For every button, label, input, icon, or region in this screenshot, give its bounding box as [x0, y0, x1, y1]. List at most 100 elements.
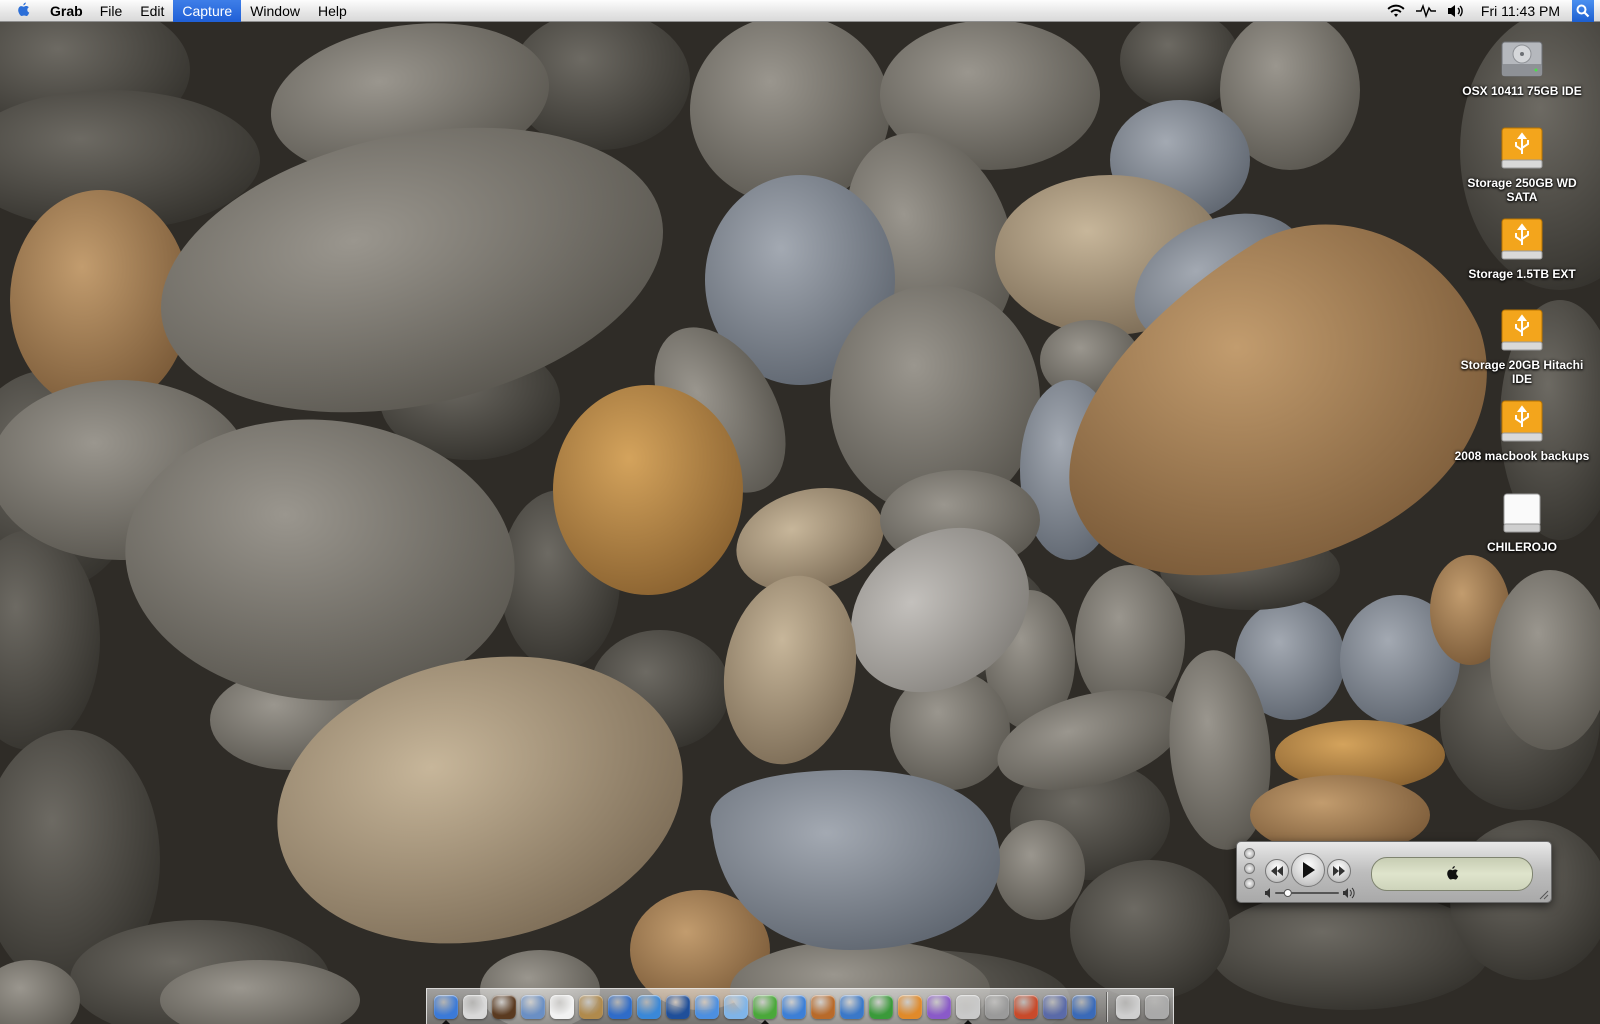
dock-ical[interactable]	[549, 992, 575, 1022]
usb-drive-icon	[1496, 122, 1548, 172]
garageband-icon	[811, 994, 835, 1019]
volume-high-icon	[1343, 887, 1355, 899]
window-buttons	[1244, 848, 1255, 889]
safari-icon	[637, 994, 661, 1019]
usb-drive-icon	[1496, 304, 1548, 354]
finder-icon	[434, 994, 458, 1019]
powerpoint-icon	[898, 994, 922, 1019]
running-indicator	[442, 1019, 450, 1024]
volume-icon[interactable]	[1441, 0, 1471, 22]
ichat-icon	[695, 994, 719, 1019]
calculator-icon	[985, 994, 1009, 1019]
dock-entourage[interactable]	[926, 992, 952, 1022]
dock-activity-monitor[interactable]	[1071, 992, 1097, 1022]
dock-quicktime[interactable]	[781, 992, 807, 1022]
dock-network[interactable]	[665, 992, 691, 1022]
activity-monitor-icon[interactable]	[1411, 0, 1441, 22]
dock-documents-stack[interactable]	[1115, 992, 1141, 1022]
usb-drive-icon	[1496, 213, 1548, 263]
excel-icon	[869, 994, 893, 1019]
app-menu[interactable]: Grab	[46, 0, 91, 22]
word-icon	[840, 994, 864, 1019]
menu-capture[interactable]: Capture	[173, 0, 242, 22]
dock-ichat-headphones[interactable]	[607, 992, 633, 1022]
entourage-icon	[927, 994, 951, 1019]
itunes-icon	[753, 994, 777, 1019]
running-indicator	[964, 1019, 972, 1024]
play-icon	[1303, 862, 1315, 878]
dock-separator	[1106, 991, 1107, 1022]
dock-garageband[interactable]	[810, 992, 836, 1022]
running-indicator	[761, 1019, 769, 1024]
dock-preview[interactable]	[520, 992, 546, 1022]
rewind-icon	[1271, 866, 1283, 876]
desktop-icon-storage-1-5tb[interactable]: Storage 1.5TB EXT	[1452, 213, 1592, 281]
usb-drive-icon	[1496, 395, 1548, 445]
dock-powerpoint[interactable]	[897, 992, 923, 1022]
close-button[interactable]	[1244, 848, 1255, 859]
desktop-icon-storage-250gb[interactable]: Storage 250GB WD SATA	[1452, 122, 1592, 204]
dock-grab[interactable]	[955, 992, 981, 1024]
dock	[426, 988, 1174, 1024]
apple-menu-icon[interactable]	[0, 0, 46, 22]
apple-logo-icon	[1447, 865, 1459, 879]
spotlight-icon[interactable]	[1572, 0, 1594, 22]
menu-bar: Grab File Edit Capture Window Help Fri 1…	[0, 0, 1600, 22]
resize-grip-icon[interactable]	[1537, 888, 1549, 900]
internal-hard-drive-icon	[1496, 30, 1548, 80]
dock-word[interactable]	[839, 992, 865, 1022]
dock-mail[interactable]	[462, 992, 488, 1022]
script-editor-icon	[1043, 994, 1067, 1019]
desktop-icon-label: 2008 macbook backups	[1454, 449, 1590, 463]
quicktime-player-window[interactable]	[1236, 841, 1552, 903]
mail-icon	[463, 994, 487, 1019]
ical-icon	[550, 994, 574, 1019]
fast-forward-button[interactable]	[1327, 859, 1351, 883]
dock-address-book[interactable]	[578, 992, 604, 1022]
desktop-icon-label: Storage 20GB Hitachi IDE	[1460, 358, 1584, 386]
desktop-icon-label: OSX 10411 75GB IDE	[1462, 84, 1582, 98]
dock-itunes[interactable]	[752, 992, 778, 1024]
network-icon	[666, 994, 690, 1019]
dock-keynote[interactable]	[1013, 992, 1039, 1022]
dashboard-icon	[492, 994, 516, 1019]
menu-help[interactable]: Help	[309, 0, 356, 22]
desktop-icon-storage-20gb[interactable]: Storage 20GB Hitachi IDE	[1452, 304, 1592, 386]
keynote-icon	[1014, 994, 1038, 1019]
volume-low-icon	[1265, 888, 1270, 898]
desktop-icon-macbook-backups[interactable]: 2008 macbook backups	[1452, 395, 1592, 463]
preview-icon	[521, 994, 545, 1019]
dock-safari[interactable]	[636, 992, 662, 1022]
fast-forward-icon	[1333, 866, 1345, 876]
menu-window[interactable]: Window	[241, 0, 309, 22]
dock-trash[interactable]	[1144, 992, 1170, 1022]
quicktime-lcd-display	[1371, 857, 1533, 891]
desktop-icon-label: Storage 250GB WD SATA	[1467, 176, 1577, 204]
documents-stack-icon	[1116, 994, 1140, 1019]
wifi-icon[interactable]	[1381, 0, 1411, 22]
dock-finder[interactable]	[433, 992, 459, 1024]
volume-slider[interactable]	[1265, 886, 1357, 900]
rewind-button[interactable]	[1265, 859, 1289, 883]
dock-ichat[interactable]	[694, 992, 720, 1022]
desktop-icon-label: CHILEROJO	[1486, 540, 1557, 554]
play-button[interactable]	[1291, 853, 1325, 887]
dock-excel[interactable]	[868, 992, 894, 1022]
zoom-button[interactable]	[1244, 878, 1255, 889]
minimize-button[interactable]	[1244, 863, 1255, 874]
desktop-icon-osx-drive[interactable]: OSX 10411 75GB IDE	[1452, 30, 1592, 98]
dock-dashboard[interactable]	[491, 992, 517, 1022]
ichat-headphones-icon	[608, 994, 632, 1019]
grab-icon	[956, 994, 980, 1019]
menu-file[interactable]: File	[91, 0, 132, 22]
quicktime-icon	[782, 994, 806, 1019]
desktop-icon-chilerojo[interactable]: CHILEROJO	[1452, 486, 1592, 554]
volume-knob	[1283, 889, 1292, 897]
dock-calculator[interactable]	[984, 992, 1010, 1022]
dock-script-editor[interactable]	[1042, 992, 1068, 1022]
desktop-icon-label: Storage 1.5TB EXT	[1468, 267, 1576, 281]
fish-icon	[724, 994, 748, 1019]
menu-edit[interactable]: Edit	[131, 0, 173, 22]
menu-clock[interactable]: Fri 11:43 PM	[1471, 3, 1572, 19]
dock-fish[interactable]	[723, 992, 749, 1022]
